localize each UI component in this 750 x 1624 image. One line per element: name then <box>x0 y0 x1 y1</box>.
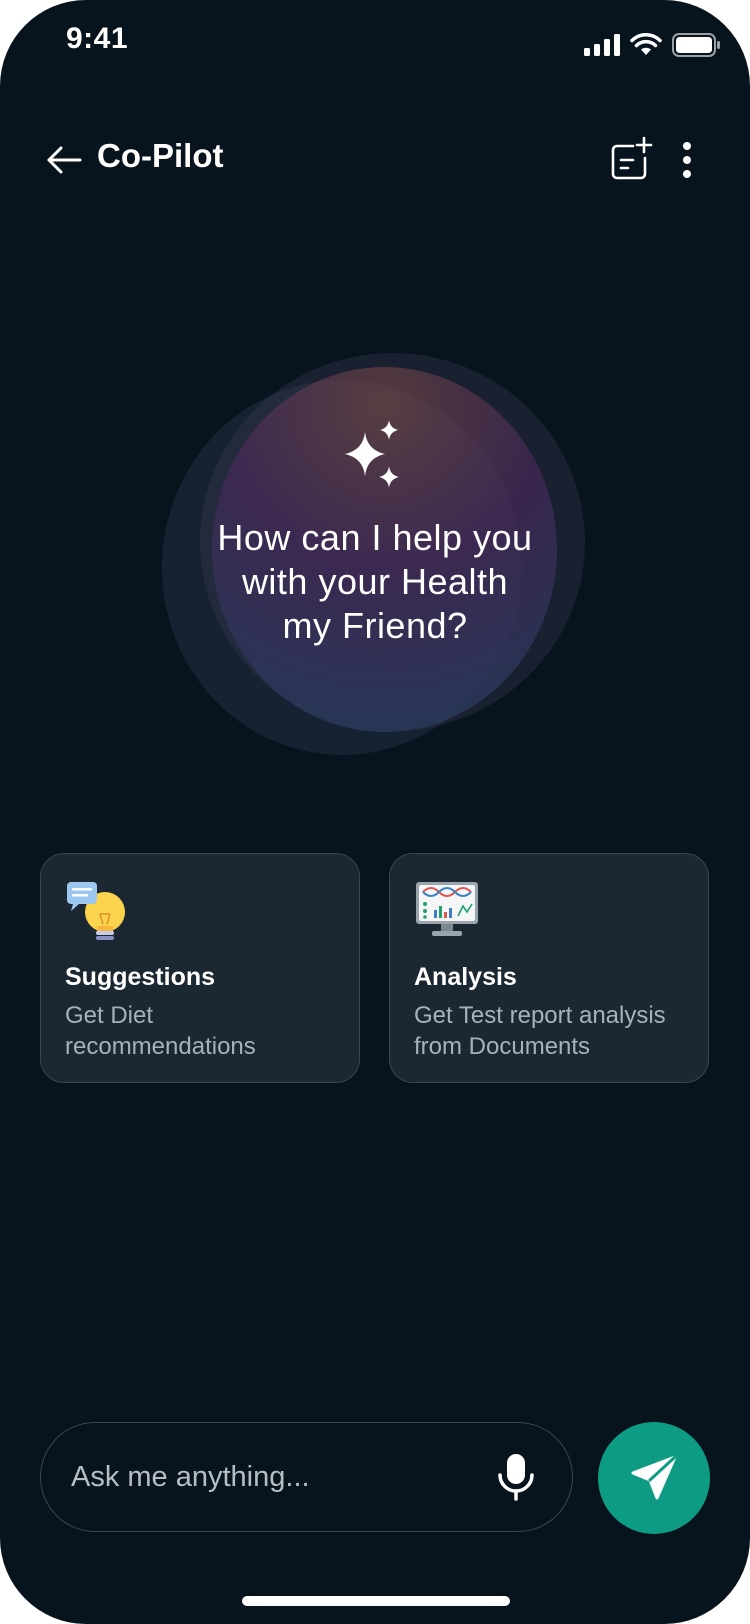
microphone-button[interactable] <box>496 1453 536 1501</box>
message-input[interactable] <box>71 1423 471 1531</box>
new-chat-button[interactable] <box>608 136 654 182</box>
send-button[interactable] <box>598 1422 710 1534</box>
new-chat-icon <box>611 136 653 180</box>
send-icon <box>631 1455 677 1500</box>
home-indicator[interactable] <box>242 1596 510 1606</box>
card-title: Analysis <box>414 963 517 991</box>
sparkle-icon <box>345 420 399 488</box>
status-icons <box>584 30 720 60</box>
signal-icon <box>584 34 620 56</box>
arrow-left-icon <box>47 146 82 174</box>
card-description: Get Test report analysis from Documents <box>414 1002 666 1060</box>
analysis-card[interactable]: Analysis Get Test report analysis from D… <box>389 853 709 1083</box>
lightbulb-chat-icon <box>67 882 125 940</box>
more-options-button[interactable] <box>672 136 702 184</box>
dna-monitor-icon <box>416 882 478 936</box>
suggestions-card[interactable]: Suggestions Get Diet recommendations <box>40 853 360 1083</box>
card-description: Get Diet recommendations <box>65 1002 256 1060</box>
back-button[interactable] <box>40 138 88 182</box>
wifi-icon <box>630 33 662 55</box>
microphone-icon <box>498 1454 534 1501</box>
status-time: 9:41 <box>66 22 129 55</box>
battery-icon <box>672 33 720 57</box>
more-vertical-icon <box>683 142 691 178</box>
hero-question: How can I help you with your Health my F… <box>217 517 533 646</box>
app-screen: 9:41 Co-Pilot How can I help you with yo… <box>0 0 750 1624</box>
message-composer[interactable] <box>40 1422 573 1532</box>
page-title: Co-Pilot <box>97 137 224 174</box>
card-title: Suggestions <box>65 963 216 991</box>
